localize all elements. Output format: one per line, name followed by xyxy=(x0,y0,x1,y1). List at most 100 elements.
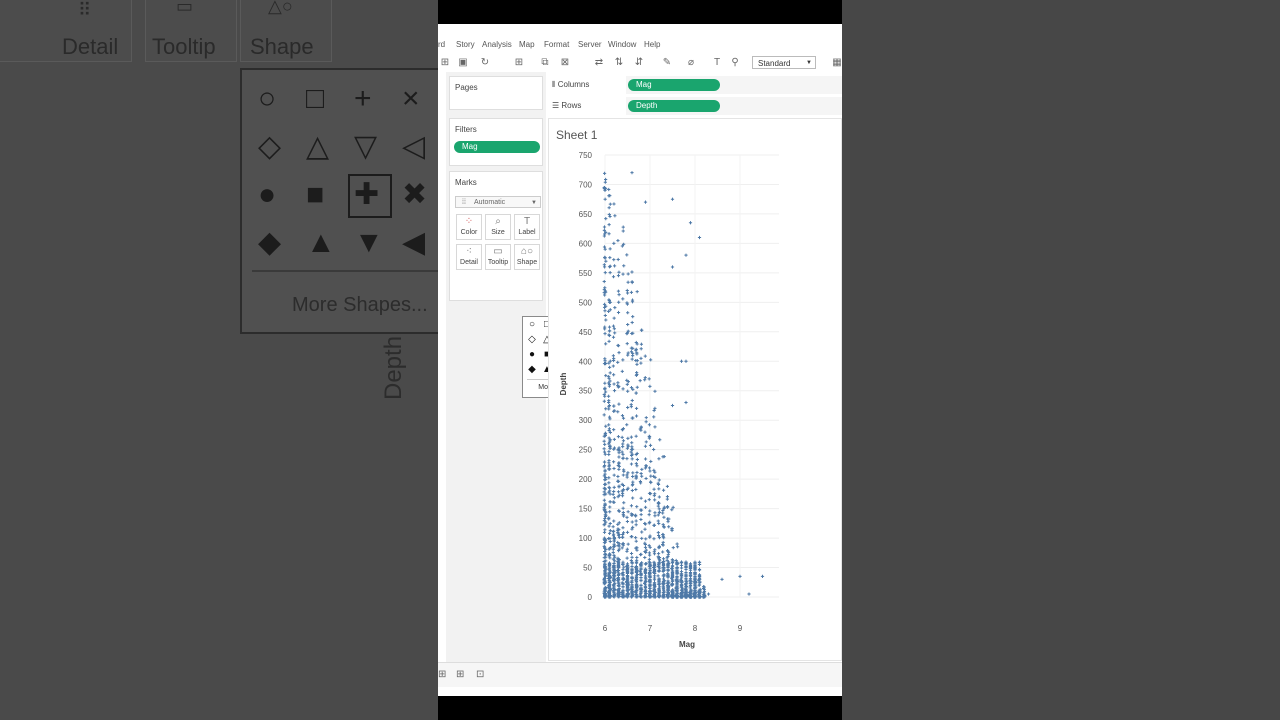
data-point xyxy=(617,300,621,304)
bg-shape-popup: ○ □ + × ◇ △ ▽ ◁ ● ■ ✚ ✖ ◆ ▲ ▼ ◀ More Shapes... xyxy=(240,68,438,334)
filters-card[interactable]: Filters Mag xyxy=(449,118,543,166)
sort-asc-icon[interactable]: ⇅ xyxy=(612,56,626,70)
menu-server[interactable]: Server xyxy=(578,40,602,49)
data-point xyxy=(670,265,675,269)
shape-option[interactable]: ◇ xyxy=(526,335,538,345)
fit-select[interactable]: Standard ▼ xyxy=(752,56,816,69)
data-point xyxy=(688,221,693,225)
data-point xyxy=(652,578,657,582)
sort-desc-icon[interactable]: ⇵ xyxy=(632,56,646,70)
menu-dashboard[interactable]: rd xyxy=(438,40,445,49)
shape-option[interactable]: ○ xyxy=(526,320,538,330)
group-icon[interactable]: ⌀ xyxy=(684,56,698,70)
y-tick-label: 600 xyxy=(579,239,593,248)
data-point xyxy=(679,572,684,576)
menu-map[interactable]: Map xyxy=(519,40,535,49)
data-point xyxy=(702,584,706,589)
new-datasource-icon[interactable]: ⊞ xyxy=(438,56,452,70)
menu-help[interactable]: Help xyxy=(644,40,660,49)
data-point xyxy=(607,427,612,431)
data-point xyxy=(661,511,665,515)
data-point xyxy=(747,592,751,596)
new-worksheet-icon[interactable]: ⊞ xyxy=(512,56,526,70)
data-point xyxy=(625,556,629,560)
duplicate-icon[interactable]: ⧉ xyxy=(538,56,552,70)
tooltip-label: Tooltip xyxy=(487,259,509,266)
rows-label-text: Rows xyxy=(561,101,582,110)
data-point xyxy=(603,332,607,336)
y-axis-title: Depth xyxy=(559,373,568,396)
save-icon[interactable]: ▣ xyxy=(456,56,470,70)
data-point xyxy=(607,423,611,427)
refresh-icon[interactable]: ↻ xyxy=(478,56,492,70)
new-dashboard-tab-icon[interactable]: ⊡ xyxy=(476,669,484,680)
y-tick-label: 150 xyxy=(579,505,593,514)
filter-pill-mag[interactable]: Mag xyxy=(454,141,540,153)
show-me-icon[interactable]: ▦ xyxy=(830,56,842,70)
data-point xyxy=(652,574,657,578)
shape-option[interactable]: ● xyxy=(526,350,538,360)
tooltip-button[interactable]: ▭ Tooltip xyxy=(485,244,511,270)
menu-analysis[interactable]: Analysis xyxy=(482,40,512,49)
pin-icon[interactable]: ⚲ xyxy=(728,56,742,70)
pages-card[interactable]: Pages xyxy=(449,76,543,110)
data-point xyxy=(612,466,616,471)
data-point xyxy=(603,442,607,447)
data-point xyxy=(631,480,635,484)
data-point xyxy=(603,256,607,260)
data-point xyxy=(652,415,656,419)
new-datasource-tab-icon[interactable]: ⊞ xyxy=(438,669,446,680)
data-point xyxy=(634,487,638,492)
data-point xyxy=(656,519,660,523)
y-tick-label: 450 xyxy=(579,328,593,337)
label-icon[interactable]: T xyxy=(710,56,724,70)
size-button[interactable]: ⌕ Size xyxy=(485,214,511,240)
clear-sheet-icon[interactable]: ⊠ xyxy=(558,56,572,70)
data-point xyxy=(607,325,612,329)
detail-button[interactable]: ⁖ Detail xyxy=(456,244,482,270)
shape-option[interactable]: ◆ xyxy=(526,365,538,375)
data-point xyxy=(607,481,611,485)
color-button[interactable]: ⁘ Color xyxy=(456,214,482,240)
highlight-icon[interactable]: ✎ xyxy=(660,56,674,70)
data-point xyxy=(648,553,652,557)
bg-shape-icon: △○ xyxy=(268,0,293,16)
data-point xyxy=(670,403,675,408)
columns-drop-area[interactable]: Mag xyxy=(626,76,842,94)
label-button[interactable]: T Label xyxy=(514,214,540,240)
data-point xyxy=(612,264,617,268)
rows-pill-depth[interactable]: Depth xyxy=(628,100,720,112)
data-point xyxy=(625,253,629,257)
data-point xyxy=(661,557,666,561)
data-point xyxy=(612,316,616,320)
data-point xyxy=(629,551,634,556)
x-tick-label: 9 xyxy=(738,624,743,633)
data-point xyxy=(626,351,630,355)
shape-button[interactable]: ⌂○ Shape xyxy=(514,244,540,270)
data-point xyxy=(630,520,634,524)
menu-story[interactable]: Story xyxy=(456,40,475,49)
menu-window[interactable]: Window xyxy=(608,40,636,49)
columns-pill-mag[interactable]: Mag xyxy=(628,79,720,91)
data-point xyxy=(612,485,616,489)
data-point xyxy=(621,506,625,510)
data-point xyxy=(640,467,644,472)
data-point xyxy=(617,402,621,406)
rows-drop-area[interactable]: Depth xyxy=(626,97,842,115)
menu-format[interactable]: Format xyxy=(544,40,569,49)
data-point xyxy=(634,539,638,543)
data-point xyxy=(667,525,671,529)
data-point xyxy=(612,258,616,262)
data-point xyxy=(648,509,652,513)
data-point xyxy=(630,441,634,445)
data-point xyxy=(643,378,647,382)
data-point xyxy=(626,510,630,514)
data-point xyxy=(684,570,688,575)
data-point xyxy=(617,455,621,459)
new-sheet-tab-icon[interactable]: ⊞ xyxy=(456,669,464,680)
swap-icon[interactable]: ⇄ xyxy=(592,56,606,70)
data-point xyxy=(617,467,621,471)
data-point xyxy=(626,436,630,441)
data-point xyxy=(634,391,638,395)
mark-type-dropdown[interactable]: ⁞⁞ Automatic ▼ xyxy=(455,196,541,208)
